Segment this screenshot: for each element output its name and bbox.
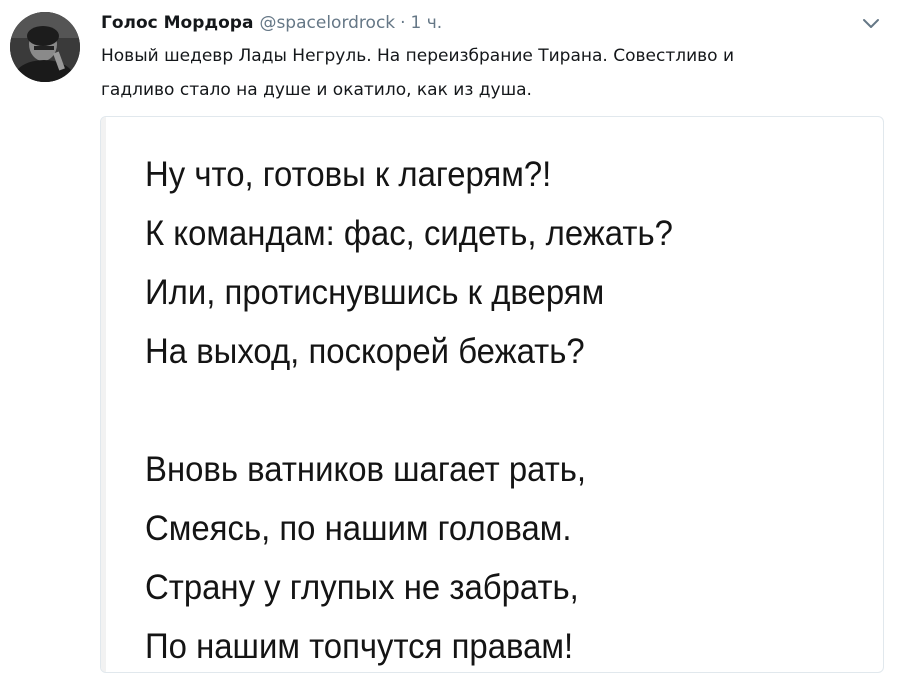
user-avatar-photo-icon [10,12,80,82]
avatar[interactable] [10,12,80,82]
poem-line: На выход, поскорей бежать? [145,332,585,371]
header-separator: · [400,13,406,33]
poem-line: Вновь ватников шагает рать, [145,450,587,489]
tweet-text: Новый шедевр Лады Негруль. На переизбран… [101,39,861,107]
tweet-text-line: гадливо стало на душе и окатило, как из … [101,80,532,100]
poem-line: Ну что, готовы к лагерям?! [145,155,552,194]
poem-line: К командам: фас, сидеть, лежать? [145,214,673,253]
poem-line: Смеясь, по нашим головам. [145,509,572,548]
poem-line: Или, протиснувшись к дверям [145,273,605,312]
tweet-timestamp[interactable]: 1 ч. [411,10,443,36]
tweet-media-image[interactable]: Ну что, готовы к лагерям?! К командам: ф… [100,116,884,673]
stanza-gap [145,381,673,440]
tweet-text-line: Новый шедевр Лады Негруль. На переизбран… [101,46,735,66]
media-edge [101,117,106,672]
poem-text: Ну что, готовы к лагерям?! К командам: ф… [145,145,673,672]
tweet-header: Голос Мордора @spacelordrock · 1 ч. [101,10,442,36]
author-handle[interactable]: @spacelordrock [259,10,395,36]
chevron-down-icon [863,19,879,28]
poem-line: По нашим топчутся правам! [145,627,574,666]
poem-line: Страну у глупых не забрать, [145,568,579,607]
tweet-menu-button[interactable] [859,14,883,34]
author-name[interactable]: Голос Мордора [101,10,253,36]
